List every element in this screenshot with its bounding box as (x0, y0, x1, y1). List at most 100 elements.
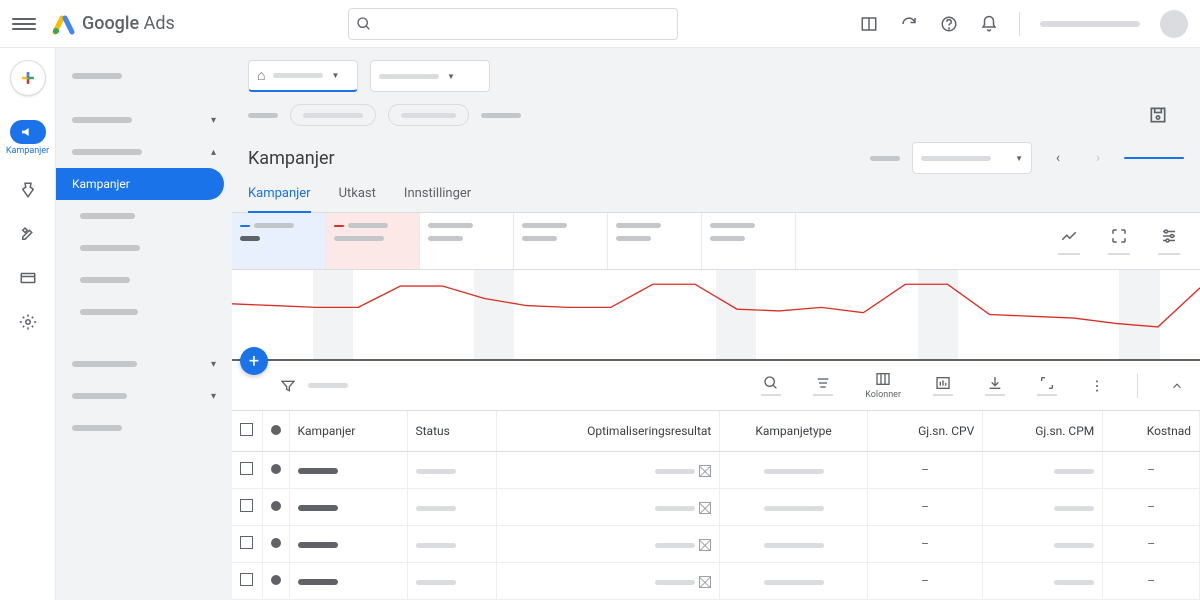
col-cpm[interactable]: Gj.sn. CPM (983, 411, 1103, 452)
workspace-icon[interactable] (859, 14, 879, 34)
rail-tools-icon[interactable] (18, 224, 38, 244)
metric-card[interactable] (702, 213, 796, 269)
performance-chart (232, 270, 1200, 361)
filter-placeholder (308, 383, 348, 388)
more-icon[interactable] (1089, 378, 1105, 394)
col-campaigns[interactable]: Kampanjer (289, 411, 407, 452)
status-value (416, 580, 456, 585)
app-header: Google Ads (0, 0, 1200, 48)
row-checkbox[interactable] (240, 573, 253, 586)
sidebar-item[interactable] (56, 60, 232, 92)
tab-settings[interactable]: Innstillinger (404, 186, 471, 212)
secondary-selector[interactable]: ▼ (370, 60, 490, 92)
cpv-value: – (867, 526, 983, 563)
image-placeholder-icon (699, 465, 711, 477)
sidebar-item[interactable]: ▴ (56, 136, 232, 168)
col-type[interactable]: Kampanjetype (720, 411, 867, 452)
status-dot (271, 538, 281, 548)
rail-settings-icon[interactable] (18, 312, 38, 332)
row-checkbox[interactable] (240, 462, 253, 475)
sidebar-item[interactable] (56, 232, 232, 264)
app-logo[interactable]: Google Ads (52, 12, 175, 36)
type-value (764, 580, 824, 585)
metric-card[interactable] (514, 213, 608, 269)
save-icon[interactable] (1148, 105, 1168, 125)
campaign-name[interactable] (298, 505, 338, 511)
table-row[interactable]: – – (232, 489, 1200, 526)
row-checkbox[interactable] (240, 499, 253, 512)
table-row[interactable]: – – (232, 526, 1200, 563)
optimization-value (655, 543, 695, 548)
download-icon[interactable] (985, 375, 1005, 396)
scope-selector[interactable]: ⌂ ▼ (248, 60, 358, 92)
rail-billing-icon[interactable] (18, 268, 38, 288)
tab-campaigns[interactable]: Kampanjer (248, 186, 311, 213)
collapse-icon[interactable] (1170, 379, 1184, 393)
adjust-icon[interactable] (1158, 227, 1180, 255)
cpm-value (1054, 469, 1094, 474)
logo-text-1: Google (82, 13, 139, 34)
rail-campaigns[interactable]: Kampanjer (6, 120, 49, 156)
notifications-icon[interactable] (979, 14, 999, 34)
create-button[interactable] (10, 60, 46, 96)
table-row[interactable]: – – (232, 452, 1200, 489)
sidebar: ▾ ▴ Kampanjer ▾ ▾ (56, 48, 232, 600)
prev-period-button[interactable]: ‹ (1044, 144, 1072, 172)
breadcrumb-chip[interactable] (290, 104, 376, 126)
image-placeholder-icon (699, 576, 711, 588)
caret-down-icon: ▼ (331, 71, 339, 80)
expand-icon[interactable] (1108, 227, 1130, 255)
campaign-name[interactable] (298, 579, 338, 585)
campaign-name[interactable] (298, 542, 338, 548)
search-table-icon[interactable] (761, 375, 781, 396)
sidebar-item[interactable] (56, 412, 232, 444)
expand-table-icon[interactable] (1037, 375, 1057, 396)
search-icon (356, 16, 372, 32)
campaign-name[interactable] (298, 468, 338, 474)
search-input[interactable] (348, 8, 678, 40)
cpv-value: – (867, 452, 983, 489)
tab-drafts[interactable]: Utkast (339, 186, 376, 212)
sidebar-item[interactable]: ▾ (56, 104, 232, 136)
table-row[interactable]: – – (232, 563, 1200, 600)
add-campaign-button[interactable]: + (240, 347, 268, 375)
filter-icon[interactable] (280, 378, 296, 394)
cpv-value: – (867, 563, 983, 600)
sidebar-item-campaigns[interactable]: Kampanjer (56, 168, 224, 200)
type-value (764, 469, 824, 474)
refresh-icon[interactable] (899, 14, 919, 34)
sidebar-item[interactable] (56, 200, 232, 232)
cpm-value (1054, 580, 1094, 585)
metric-cards (232, 213, 1200, 270)
col-optimization[interactable]: Optimaliseringsresultat (497, 411, 720, 452)
chevron-down-icon: ▾ (211, 391, 216, 402)
menu-icon[interactable] (12, 12, 36, 36)
breadcrumb-chip[interactable] (388, 104, 469, 126)
reports-icon[interactable] (933, 375, 953, 396)
status-value (416, 543, 456, 548)
metric-card[interactable] (326, 213, 420, 269)
megaphone-icon (10, 120, 46, 144)
select-all-checkbox[interactable] (240, 423, 253, 436)
segment-icon[interactable] (813, 375, 833, 396)
col-status[interactable]: Status (407, 411, 497, 452)
sidebar-item[interactable] (56, 264, 232, 296)
col-cpv[interactable]: Gj.sn. CPV (867, 411, 983, 452)
date-range-selector[interactable]: ▼ (912, 142, 1032, 174)
metric-card[interactable] (232, 213, 326, 269)
row-checkbox[interactable] (240, 536, 253, 549)
sidebar-item[interactable]: ▾ (56, 380, 232, 412)
sidebar-item[interactable] (56, 296, 232, 328)
col-cost[interactable]: Kostnad (1103, 411, 1200, 452)
status-value (416, 469, 456, 474)
user-avatar[interactable] (1160, 10, 1188, 38)
chart-type-icon[interactable] (1058, 227, 1080, 255)
metric-card[interactable] (608, 213, 702, 269)
sidebar-item[interactable]: ▾ (56, 348, 232, 380)
rail-goals-icon[interactable] (18, 180, 38, 200)
image-placeholder-icon (699, 539, 711, 551)
columns-icon[interactable]: Kolonner (865, 371, 901, 400)
metric-card[interactable] (420, 213, 514, 269)
cost-value: – (1103, 489, 1200, 526)
help-icon[interactable] (939, 14, 959, 34)
